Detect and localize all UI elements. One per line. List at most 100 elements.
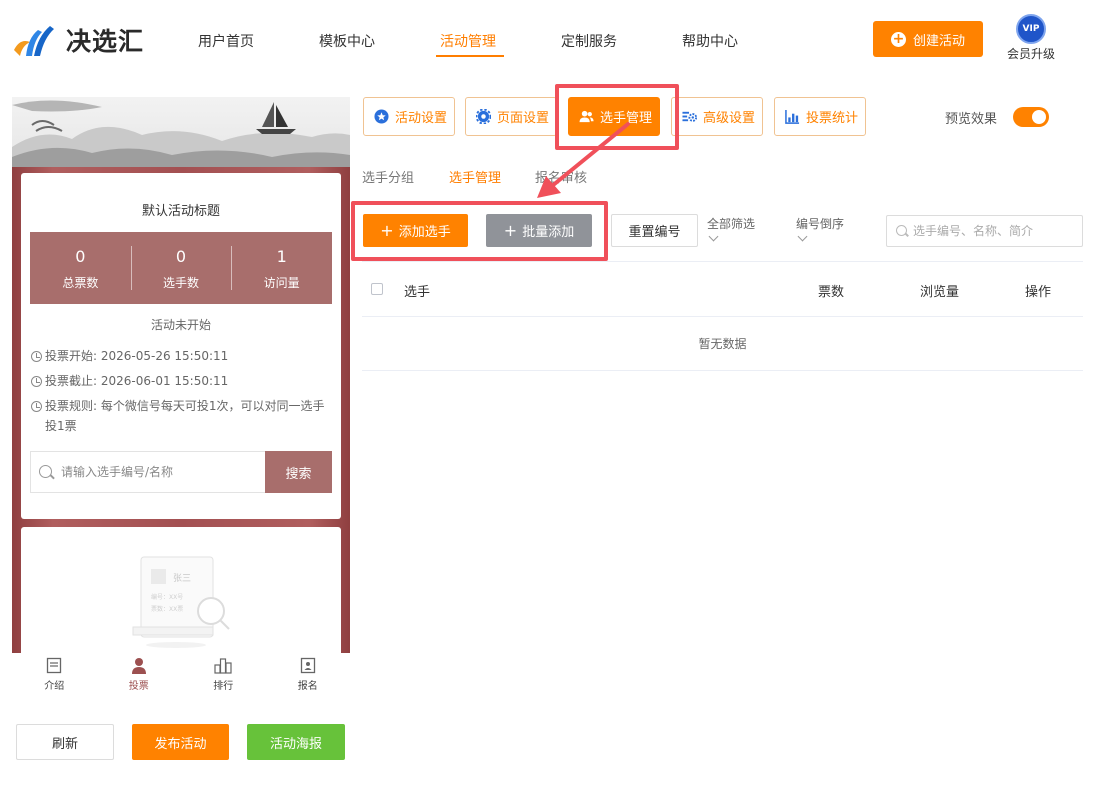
clock-icon xyxy=(31,351,42,362)
tab-signup[interactable]: 报名 xyxy=(266,653,351,701)
refresh-button[interactable]: 刷新 xyxy=(16,724,114,760)
subtab-contestant-groups[interactable]: 选手分组 xyxy=(362,167,414,186)
step-contestant-management[interactable]: 选手管理 xyxy=(568,97,660,136)
brand-logo[interactable]: 决选汇 xyxy=(12,20,144,60)
tab-label: 介绍 xyxy=(44,681,65,692)
vote-rule-text: 投票规则: 每个微信号每天可投1次，可以对同一选手投1票 xyxy=(45,399,325,433)
search-icon xyxy=(896,225,907,236)
tab-label: 投票 xyxy=(128,681,149,692)
vote-start-text: 投票开始: 2026-05-26 15:50:11 xyxy=(45,349,229,363)
sort-label: 编号倒序 xyxy=(796,217,845,231)
reset-numbering-button[interactable]: 重置编号 xyxy=(611,214,698,247)
sort-dropdown[interactable]: 编号倒序 xyxy=(796,216,845,242)
star-circle-icon xyxy=(374,109,389,124)
activity-status: 活动未开始 xyxy=(150,318,211,332)
preview-search-placeholder: 请输入选手编号/名称 xyxy=(61,465,174,479)
create-activity-button[interactable]: + 创建活动 xyxy=(873,21,983,57)
stat-value: 0 xyxy=(175,247,187,266)
table-divider xyxy=(362,370,1083,371)
plus-icon: + xyxy=(380,220,394,240)
stat-total-votes: 0 总票数 xyxy=(30,232,131,304)
subtab-contestant-management[interactable]: 选手管理 xyxy=(449,167,501,186)
stat-contestants: 0 选手数 xyxy=(130,232,232,304)
stat-value: 1 xyxy=(276,247,287,266)
stat-visits: 1 访问量 xyxy=(231,232,332,304)
preview-effect-toggle[interactable] xyxy=(1013,107,1049,127)
activity-poster-button[interactable]: 活动海报 xyxy=(247,724,345,760)
publish-activity-button[interactable]: 发布活动 xyxy=(132,724,229,760)
stat-label: 选手数 xyxy=(163,276,200,290)
nav-item-activity-management[interactable]: 活动管理 xyxy=(436,0,561,78)
contestant-search-input[interactable]: 选手编号、名称、简介 xyxy=(886,215,1083,247)
preview-search-input[interactable]: 请输入选手编号/名称 xyxy=(31,452,265,492)
step-advanced-settings[interactable]: 高级设置 xyxy=(671,97,763,136)
nav-item-templates[interactable]: 模板中心 xyxy=(319,0,440,78)
preview-tab-bar: 介绍 投票 排行 报名 xyxy=(12,653,350,701)
nav-item-help-center[interactable]: 帮助中心 xyxy=(682,0,803,78)
nav-item-home[interactable]: 用户首页 xyxy=(198,0,319,78)
batch-add-button[interactable]: + 批量添加 xyxy=(486,214,592,247)
sample-line1: 编号：XX号 xyxy=(151,593,183,601)
filter-all-label: 全部筛选 xyxy=(707,217,756,231)
filter-all-dropdown[interactable]: 全部筛选 xyxy=(707,216,756,242)
chevron-down-icon xyxy=(708,231,719,242)
tab-ranking[interactable]: 排行 xyxy=(181,653,266,701)
vote-user-icon xyxy=(131,658,146,674)
tab-label: 排行 xyxy=(213,681,234,692)
contestant-search-placeholder: 选手编号、名称、简介 xyxy=(913,224,1034,238)
info-circle-icon xyxy=(31,401,42,412)
ranking-icon xyxy=(214,658,232,674)
step-label: 页面设置 xyxy=(497,111,550,126)
top-header: 决选汇 用户首页 模板中心 活动管理 定制服务 帮助中心 + 创建活动 VIP … xyxy=(0,0,1099,78)
empty-contestant-illustration: 张三 编号：XX号 票数：XX票 xyxy=(132,556,230,648)
empty-table-text: 暂无数据 xyxy=(698,337,747,351)
main-nav: 用户首页 模板中心 活动管理 定制服务 帮助中心 xyxy=(198,0,803,78)
nav-item-custom-service[interactable]: 定制服务 xyxy=(561,0,682,78)
users-icon xyxy=(579,110,594,123)
column-header-contestant: 选手 xyxy=(404,285,431,300)
column-header-actions: 操作 xyxy=(1025,285,1052,300)
member-upgrade-label: 会员升级 xyxy=(1006,47,1055,61)
clock-icon xyxy=(31,376,42,387)
activity-title: 默认活动标题 xyxy=(141,204,220,219)
logo-mark-icon xyxy=(12,20,58,60)
vote-rule-row: 投票规则: 每个微信号每天可投1次，可以对同一选手投1票 xyxy=(31,396,331,436)
batch-add-label: 批量添加 xyxy=(522,225,575,240)
subtab-signup-review[interactable]: 报名审核 xyxy=(535,167,587,186)
select-all-checkbox[interactable] xyxy=(371,283,383,295)
add-contestant-button[interactable]: + 添加选手 xyxy=(363,214,468,247)
tab-vote[interactable]: 投票 xyxy=(97,653,182,701)
vip-badge-icon: VIP xyxy=(1016,14,1046,44)
gear-icon xyxy=(476,109,491,124)
bar-chart-icon xyxy=(785,109,800,124)
intro-icon xyxy=(47,657,62,674)
add-contestant-label: 添加选手 xyxy=(398,225,451,240)
activity-info-card: 默认活动标题 0 总票数 0 选手数 1 访问量 活动未开始 投票开始: 202… xyxy=(21,173,341,519)
stat-value: 0 xyxy=(75,247,86,266)
column-header-votes: 票数 xyxy=(818,285,845,300)
column-header-views: 浏览量 xyxy=(920,285,960,300)
table-divider xyxy=(362,316,1083,317)
create-activity-label: 创建活动 xyxy=(912,33,965,49)
sample-line2: 票数：XX票 xyxy=(151,605,183,613)
search-icon xyxy=(39,465,52,478)
vote-end-row: 投票截止: 2026-06-01 15:50:11 xyxy=(31,371,228,391)
step-label: 高级设置 xyxy=(703,111,756,126)
table-divider xyxy=(362,261,1083,262)
step-page-settings[interactable]: 页面设置 xyxy=(465,97,557,136)
stats-bar: 0 总票数 0 选手数 1 访问量 xyxy=(30,232,332,304)
signup-icon xyxy=(300,657,315,674)
preview-search: 请输入选手编号/名称 搜索 xyxy=(30,451,332,493)
preview-search-button[interactable]: 搜索 xyxy=(265,451,332,493)
tab-intro[interactable]: 介绍 xyxy=(12,653,97,701)
member-upgrade[interactable]: VIP 会员升级 xyxy=(1005,14,1057,62)
tab-label: 报名 xyxy=(297,681,318,692)
plus-icon: + xyxy=(503,220,518,240)
ink-landscape-banner xyxy=(12,97,350,167)
sample-name: 张三 xyxy=(173,573,191,584)
advanced-settings-icon xyxy=(682,111,697,122)
step-vote-statistics[interactable]: 投票统计 xyxy=(774,97,866,136)
brand-name: 决选汇 xyxy=(66,27,145,56)
contestant-empty-card: 张三 编号：XX号 票数：XX票 xyxy=(21,527,341,667)
step-activity-settings[interactable]: 活动设置 xyxy=(363,97,455,136)
